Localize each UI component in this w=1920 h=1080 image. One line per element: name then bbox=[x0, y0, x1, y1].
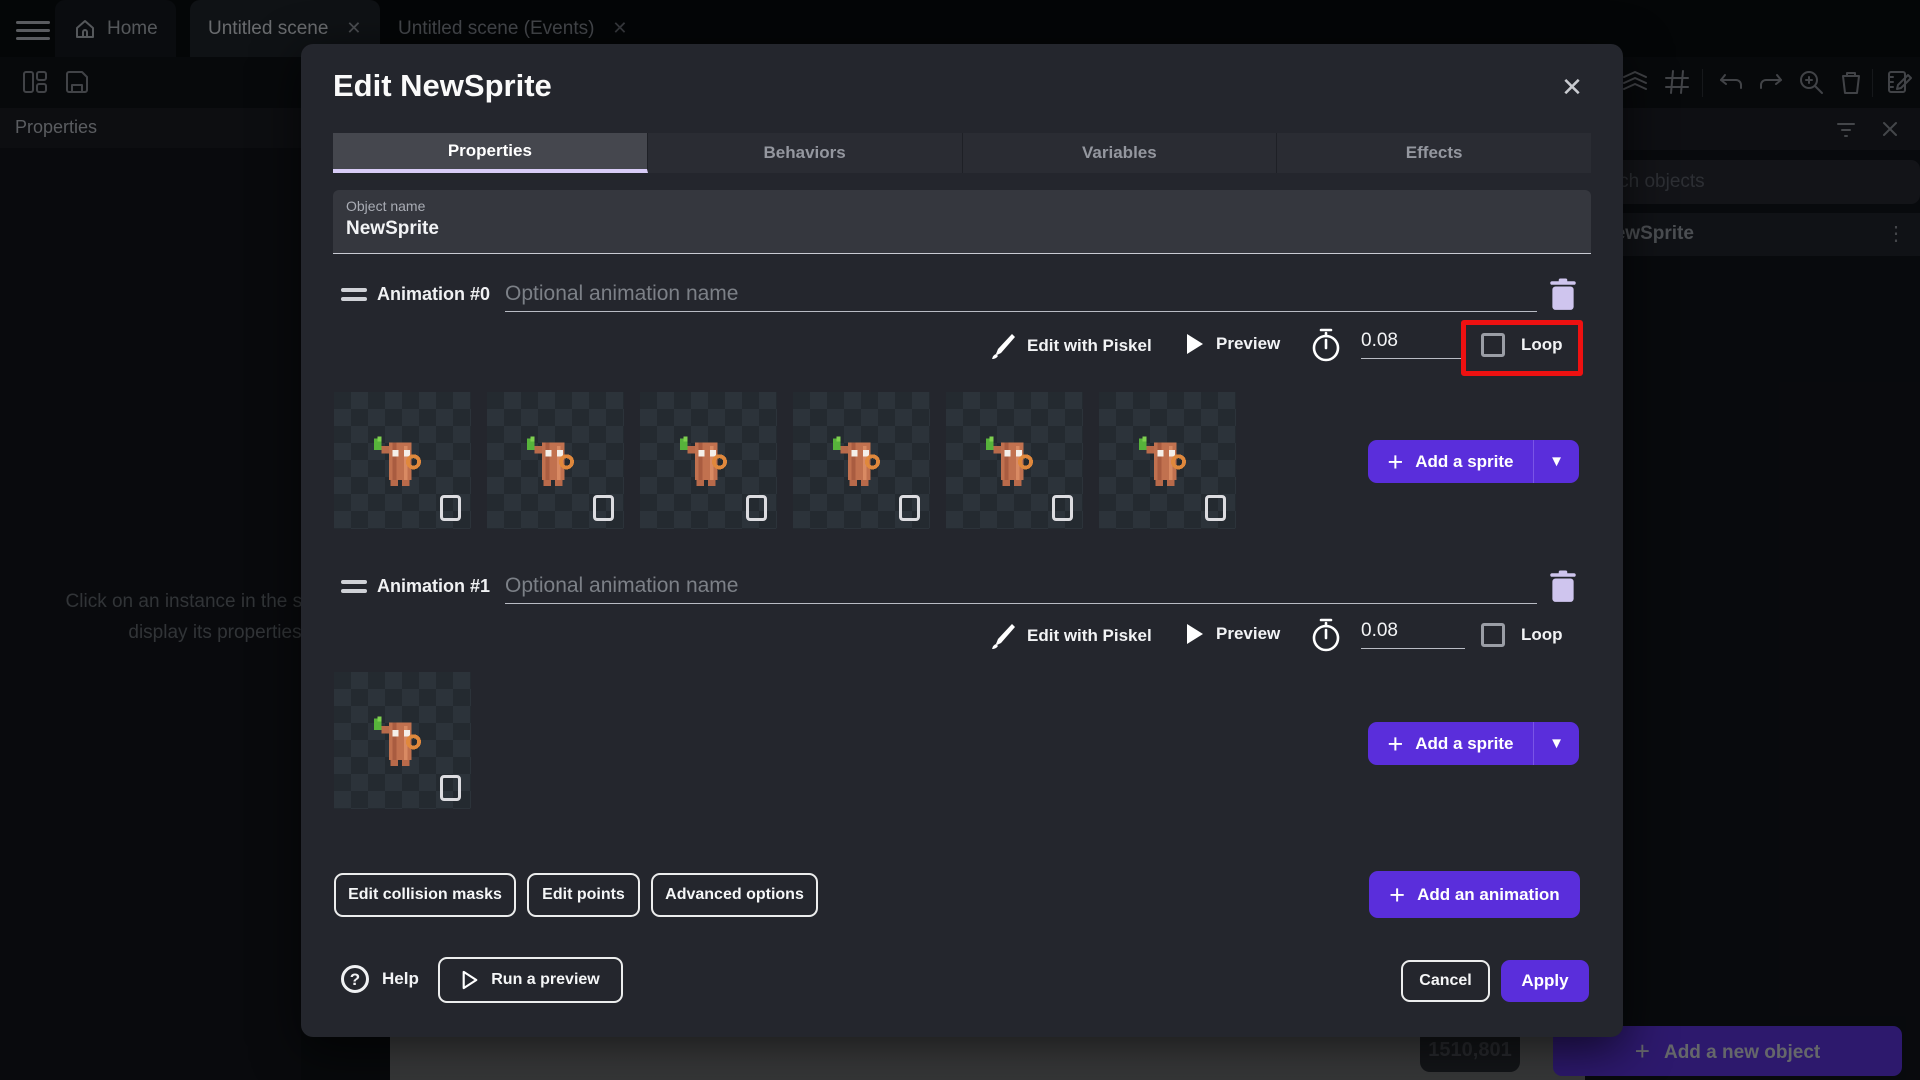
preview-button[interactable]: Preview bbox=[1185, 622, 1280, 646]
chevron-down-icon[interactable]: ▼ bbox=[1533, 722, 1579, 765]
sprite-frame-image bbox=[985, 436, 1034, 486]
tab-properties[interactable]: Properties bbox=[333, 133, 648, 173]
dialog-tabs: Properties Behaviors Variables Effects bbox=[333, 133, 1591, 173]
object-name-input[interactable] bbox=[346, 218, 1546, 240]
sprite-frame-image bbox=[373, 436, 422, 486]
edit-points-button[interactable]: Edit points bbox=[527, 873, 640, 917]
object-name-field-label: Object name bbox=[346, 198, 426, 214]
frame-checkbox[interactable] bbox=[593, 495, 614, 521]
sprite-frame-thumbnail[interactable] bbox=[1099, 392, 1236, 529]
edit-collision-masks-button[interactable]: Edit collision masks bbox=[334, 873, 516, 917]
dialog-close-icon[interactable]: ✕ bbox=[1555, 70, 1589, 104]
dialog-title: Edit NewSprite bbox=[333, 68, 552, 103]
loop-checkbox[interactable]: Loop bbox=[1481, 623, 1563, 647]
play-icon bbox=[1187, 624, 1203, 644]
animation-1-controls: Edit with Piskel Preview Loop bbox=[301, 616, 1623, 664]
frame-checkbox[interactable] bbox=[1052, 495, 1073, 521]
drag-handle-icon[interactable] bbox=[341, 288, 367, 304]
brush-icon bbox=[992, 334, 1015, 359]
advanced-options-button[interactable]: Advanced options bbox=[651, 873, 818, 917]
animation-0-frames bbox=[334, 392, 1236, 529]
animation-0-controls: Edit with Piskel Preview Loop bbox=[301, 320, 1623, 376]
edit-with-piskel-button[interactable]: Edit with Piskel bbox=[990, 332, 1152, 360]
edit-with-piskel-button[interactable]: Edit with Piskel bbox=[990, 622, 1152, 650]
chevron-down-icon[interactable]: ▼ bbox=[1533, 440, 1579, 483]
animation-1-frames bbox=[334, 672, 471, 809]
sprite-frame-image bbox=[1138, 436, 1187, 486]
tab-variables[interactable]: Variables bbox=[962, 133, 1278, 173]
timer-icon bbox=[1312, 618, 1340, 652]
add-sprite-button[interactable]: + Add a sprite ▼ bbox=[1368, 440, 1579, 483]
add-sprite-button[interactable]: + Add a sprite ▼ bbox=[1368, 722, 1579, 765]
frame-checkbox[interactable] bbox=[440, 495, 461, 521]
animation-0-name-input[interactable] bbox=[505, 276, 1537, 312]
timer-icon bbox=[1312, 328, 1340, 362]
checkbox-icon[interactable] bbox=[1481, 333, 1505, 357]
drag-handle-icon[interactable] bbox=[341, 580, 367, 596]
gdevelop-app: Home Untitled scene ✕ Untitled scene (Ev… bbox=[0, 0, 1920, 1080]
animation-1-label: Animation #1 bbox=[377, 576, 491, 596]
add-animation-button[interactable]: + Add an animation bbox=[1369, 871, 1580, 918]
sprite-frame-thumbnail[interactable] bbox=[793, 392, 930, 529]
frame-checkbox[interactable] bbox=[440, 775, 461, 801]
checkbox-icon[interactable] bbox=[1481, 623, 1505, 647]
frame-checkbox[interactable] bbox=[1205, 495, 1226, 521]
apply-button[interactable]: Apply bbox=[1501, 960, 1589, 1002]
tab-effects[interactable]: Effects bbox=[1277, 133, 1591, 173]
question-icon: ? bbox=[341, 965, 369, 993]
sprite-frame-thumbnail[interactable] bbox=[334, 672, 471, 809]
loop-checkbox[interactable]: Loop bbox=[1481, 333, 1563, 357]
brush-icon bbox=[992, 624, 1015, 649]
animation-0-header: Animation #0 bbox=[333, 276, 1591, 320]
frame-checkbox[interactable] bbox=[746, 495, 767, 521]
sprite-frame-thumbnail[interactable] bbox=[946, 392, 1083, 529]
frame-checkbox[interactable] bbox=[899, 495, 920, 521]
sprite-frame-image bbox=[373, 716, 422, 766]
run-preview-button[interactable]: Run a preview bbox=[438, 957, 623, 1003]
sprite-frame-image bbox=[679, 436, 728, 486]
animation-0-label: Animation #0 bbox=[377, 284, 491, 304]
delete-animation-icon[interactable] bbox=[1547, 278, 1579, 312]
play-icon bbox=[1187, 334, 1203, 354]
help-button[interactable]: ? Help bbox=[341, 965, 419, 993]
sprite-frame-thumbnail[interactable] bbox=[334, 392, 471, 529]
time-between-frames-input[interactable] bbox=[1361, 620, 1465, 649]
object-name-field[interactable]: Object name bbox=[333, 190, 1591, 254]
play-outline-icon bbox=[462, 970, 478, 990]
sprite-frame-thumbnail[interactable] bbox=[640, 392, 777, 529]
preview-button[interactable]: Preview bbox=[1185, 332, 1280, 356]
sprite-frame-image bbox=[526, 436, 575, 486]
cancel-button[interactable]: Cancel bbox=[1401, 960, 1490, 1002]
sprite-frame-image bbox=[832, 436, 881, 486]
time-between-frames-input[interactable] bbox=[1361, 330, 1465, 359]
tab-behaviors[interactable]: Behaviors bbox=[647, 133, 963, 173]
animation-1-name-input[interactable] bbox=[505, 568, 1537, 604]
delete-animation-icon[interactable] bbox=[1547, 570, 1579, 604]
sprite-frame-thumbnail[interactable] bbox=[487, 392, 624, 529]
edit-sprite-dialog: Edit NewSprite ✕ Properties Behaviors Va… bbox=[301, 44, 1623, 1037]
animation-1-header: Animation #1 bbox=[333, 568, 1591, 612]
